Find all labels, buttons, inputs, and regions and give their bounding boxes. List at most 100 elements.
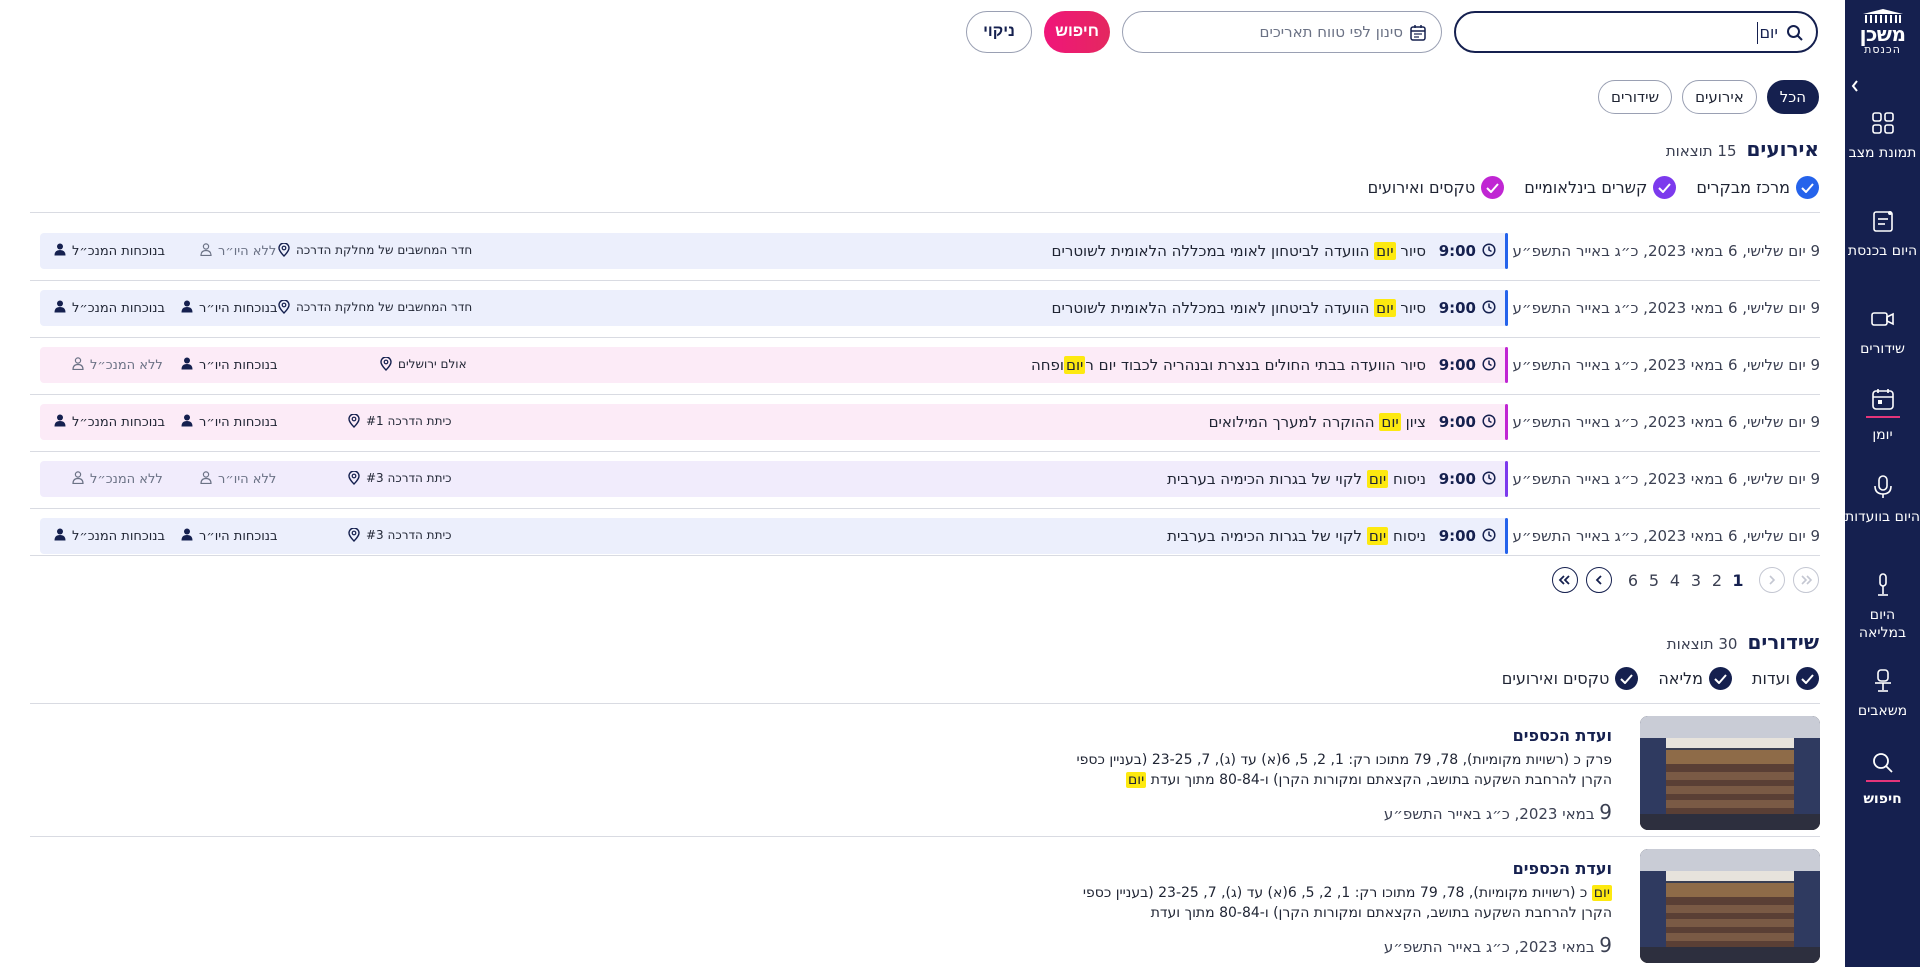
check-icon [1709,667,1733,690]
sidebar-collapse-button[interactable] [1844,78,1860,102]
event-category-ceremonies[interactable]: טקסים ואירועים [1368,176,1505,199]
sidebar-item-today-committees[interactable]: היום בוועדות [1845,474,1920,526]
event-card[interactable]: 9:00 סיור יום הוועדה לביטחון לאומי במכללה… [40,233,1508,269]
search-button[interactable]: חיפוש [1044,11,1110,53]
event-category-visitors-center[interactable]: מרכז מבקרים [1696,176,1819,199]
chair-label: ללא היו״ר [218,472,277,487]
sidebar-item-resources[interactable]: משאבים [1845,668,1920,720]
tab-broadcasts[interactable]: שידורים [1598,80,1673,114]
event-row[interactable]: 9 יום שלישי, 6 במאי 2023, כ״ג באייר התשפ… [30,337,1820,394]
broadcast-item[interactable]: ועדת הכספים פרק כ (רשויות מקומיות), 78, 7… [30,704,1820,830]
search-highlight: יום [1374,242,1396,260]
sidebar-item-today-plenum[interactable]: היום במליאה [1845,572,1920,642]
chair-attendance: בנוכחות היו״ר [181,300,278,317]
broadcast-item[interactable]: ועדת הכספים יום כ (רשויות מקומיות), 78, 7… [30,837,1820,963]
last-page-button[interactable] [1552,567,1578,593]
divider [30,555,1820,556]
event-title[interactable]: סיור יום הוועדה לביטחון לאומי במכללה הלא… [1052,299,1426,317]
sidebar: משכן הכנסת תמונת מצב היום בכנסת שידורים [1845,0,1920,967]
search-highlight: יום [1366,470,1389,488]
previous-page-button[interactable] [1759,567,1785,593]
first-page-button[interactable] [1793,567,1819,593]
event-category-international-relations[interactable]: קשרים בינלאומיים [1524,176,1677,199]
event-row[interactable]: 9 יום שלישי, 6 במאי 2023, כ״ג באייר התשפ… [30,223,1820,280]
broadcast-day: 9 [1599,800,1612,824]
event-title[interactable]: ציון יום ההוקרה למערך המילואים [1209,413,1426,431]
chair-attendance: בנוכחות היו״ר [181,357,278,374]
event-card[interactable]: 9:00 סיור הוועדה בבתי החולים בנצרת ובנהרי… [40,347,1508,383]
broadcast-category-ceremonies[interactable]: טקסים ואירועים [1502,667,1639,690]
page-number-4[interactable]: 4 [1668,571,1682,590]
event-row[interactable]: 9 יום שלישי, 6 במאי 2023, כ״ג באייר התשפ… [30,394,1820,451]
broadcast-title[interactable]: ועדת הכספים [1513,859,1612,878]
category-stripe [1505,404,1508,440]
events-section-header: אירועים 15 תוצאות [1666,137,1819,161]
page-number-5[interactable]: 5 [1647,571,1661,590]
broadcast-thumbnail[interactable] [1640,849,1820,963]
sidebar-item-snapshot[interactable]: תמונת מצב [1845,110,1920,162]
title-text: הוועדה לביטחון לאומי במכללה הלאומית לשוט… [1051,242,1375,260]
event-location: אולם ירושלים [380,357,467,371]
search-highlight: יום [1064,356,1086,374]
event-card[interactable]: 9:00 ניסוח יום לקוי של בגרות הכימיה בערבי… [40,461,1508,497]
sidebar-item-label: משאבים [1857,703,1908,719]
event-row[interactable]: 9 יום שלישי, 6 במאי 2023, כ״ג באייר התשפ… [30,508,1820,565]
event-title[interactable]: סיור יום הוועדה לביטחון לאומי במכללה הלא… [1052,242,1426,260]
event-row[interactable]: 9 יום שלישי, 6 במאי 2023, כ״ג באייר התשפ… [30,280,1820,337]
chevron-left-icon [1595,575,1602,585]
category-label: טקסים ואירועים [1501,669,1610,688]
double-chevron-left-icon [1558,575,1570,585]
director-attendance: בנוכחות המנכ״ל [54,528,165,545]
chair-label: בנוכחות היו״ר [199,415,278,430]
location-pin-icon [380,357,392,371]
event-card[interactable]: 9:00 ציון יום ההוקרה למערך המילואים כיתת ה… [40,404,1508,440]
person-icon [54,414,66,431]
event-title[interactable]: סיור הוועדה בבתי החולים בנצרת ובנהריה לכ… [1031,356,1426,374]
tab-events[interactable]: אירועים [1682,80,1757,114]
broadcast-category-plenum[interactable]: מליאה [1658,667,1733,690]
search-input[interactable]: יום [1454,11,1818,53]
sidebar-item-today-knesset[interactable]: היום בכנסת [1845,208,1920,260]
broadcast-title[interactable]: ועדת הכספים [1513,726,1612,745]
chair-attendance: בנוכחות היו״ר [181,414,278,431]
person-icon [72,471,84,488]
event-title[interactable]: ניסוח יום לקוי של בגרות הכימיה בערבית [1167,527,1426,545]
page-number-2[interactable]: 2 [1710,571,1724,590]
clear-button[interactable]: ניקוי [966,11,1032,53]
knesset-logo[interactable]: משכן הכנסת [1853,8,1912,66]
category-stripe [1505,290,1508,326]
sidebar-item-label: תמונת מצב [1848,145,1917,161]
chevron-left-icon [1851,80,1858,92]
person-icon [54,300,66,317]
next-page-button[interactable] [1586,567,1612,593]
event-time: 9:00 [1438,356,1476,374]
sidebar-item-diary[interactable]: יומן [1845,386,1920,444]
event-time: 9:00 [1438,470,1476,488]
broadcast-category-committees[interactable]: ועדות [1752,667,1819,690]
event-card[interactable]: 9:00 ניסוח יום לקוי של בגרות הכימיה בערבי… [40,518,1508,554]
title-text: ניסוח [1388,527,1426,545]
event-card[interactable]: 9:00 סיור יום הוועדה לביטחון לאומי במכללה… [40,290,1508,326]
tab-all[interactable]: הכל [1766,80,1819,114]
person-icon [181,414,193,431]
director-label: בנוכחות המנכ״ל [72,415,166,430]
broadcast-thumbnail[interactable] [1640,716,1820,830]
location-pin-icon [348,414,360,428]
title-text: סיור [1395,299,1426,317]
page-number-3[interactable]: 3 [1689,571,1703,590]
sidebar-item-search[interactable]: חיפוש [1845,750,1920,808]
page-number-1[interactable]: 1 [1731,571,1745,590]
director-label: ללא המנכ״ל [90,358,163,373]
page-number-6[interactable]: 6 [1626,571,1640,590]
category-label: ועדות [1752,669,1790,688]
event-location: כיתת הדרכה #3 [348,528,451,542]
event-time: 9:00 [1438,527,1476,545]
event-row[interactable]: 9 יום שלישי, 6 במאי 2023, כ״ג באייר התשפ… [30,451,1820,508]
sidebar-item-broadcasts[interactable]: שידורים [1845,306,1920,358]
event-location: חדר המחשבים של מחלקת הדרכה [278,243,472,257]
calendar-icon [1410,25,1426,41]
event-title[interactable]: ניסוח יום לקוי של בגרות הכימיה בערבית [1167,470,1426,488]
pagination: 123456 [1552,567,1819,593]
person-icon [200,243,212,260]
date-range-filter[interactable]: סינון לפי טווח תאריכים [1122,11,1442,53]
